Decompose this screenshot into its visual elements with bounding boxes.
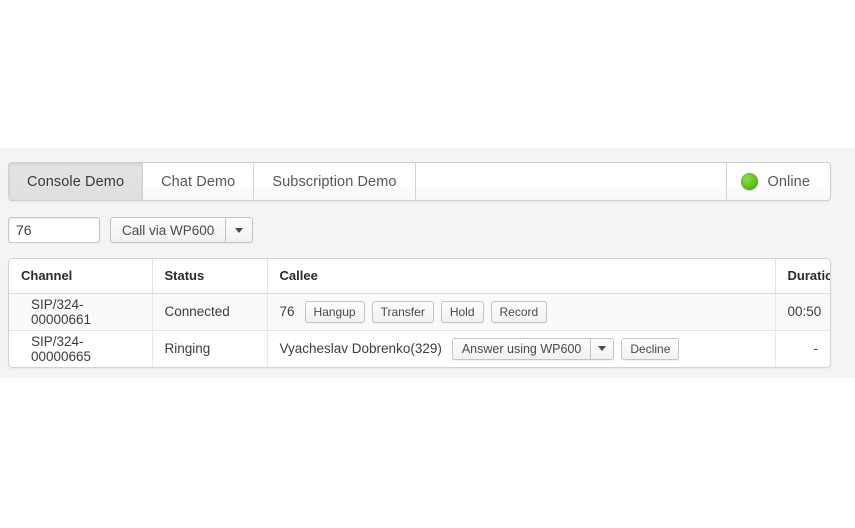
answer-split-button: Answer using WP600	[451, 337, 615, 360]
tab-subscription-demo-label: Subscription Demo	[272, 173, 397, 190]
active-calls-table-container: Channel Status Callee Duration SIP/324-0…	[8, 258, 831, 368]
answer-button[interactable]: Answer using WP600	[451, 337, 591, 360]
active-calls-table: Channel Status Callee Duration SIP/324-0…	[9, 259, 830, 367]
tabbar-filler	[415, 163, 728, 200]
record-button[interactable]: Record	[490, 300, 548, 323]
table-row: SIP/324-00000661 Connected 76 Hangup Tra…	[9, 293, 830, 331]
hold-button[interactable]: Hold	[440, 300, 484, 323]
transfer-button[interactable]: Transfer	[371, 300, 434, 323]
call-button[interactable]: Call via WP600	[110, 217, 226, 243]
tab-chat-demo[interactable]: Chat Demo	[143, 163, 255, 200]
call-split-button: Call via WP600	[110, 217, 254, 243]
hold-button-label: Hold	[449, 304, 475, 319]
answer-options-button[interactable]	[590, 337, 615, 360]
connection-status-label: Online	[767, 173, 810, 190]
table-header-row: Channel Status Callee Duration	[9, 259, 830, 294]
status-dot-icon	[741, 173, 759, 190]
chevron-down-icon	[235, 227, 244, 233]
call-button-label: Call via WP600	[122, 222, 215, 238]
cell-channel: SIP/324-00000661	[9, 293, 153, 331]
demo-tabbar: Console Demo Chat Demo Subscription Demo…	[8, 162, 831, 201]
table-header: Channel Status Callee Duration	[9, 259, 830, 294]
transfer-button-label: Transfer	[380, 304, 425, 319]
cell-callee: 76 Hangup Transfer Hold Record	[267, 293, 776, 331]
column-header-duration: Duration	[775, 259, 830, 294]
record-button-label: Record	[499, 304, 539, 319]
connection-status-badge[interactable]: Online	[727, 163, 830, 200]
cell-duration: 00:50	[775, 293, 830, 331]
call-options-button[interactable]	[225, 217, 254, 243]
hangup-button[interactable]: Hangup	[304, 300, 365, 323]
column-header-callee: Callee	[267, 259, 776, 294]
cell-status: Ringing	[152, 330, 268, 367]
hangup-button-label: Hangup	[313, 304, 356, 319]
destination-input[interactable]	[8, 217, 100, 243]
callee-label: Vyacheslav Dobrenko(329)	[279, 341, 442, 357]
callee-label: 76	[279, 304, 295, 319]
decline-button-label: Decline	[630, 341, 671, 356]
callee-content: Vyacheslav Dobrenko(329) Answer using WP…	[279, 337, 763, 360]
console-demo-panel: Console Demo Chat Demo Subscription Demo…	[0, 148, 855, 378]
column-header-channel: Channel	[9, 259, 153, 294]
cell-callee: Vyacheslav Dobrenko(329) Answer using WP…	[267, 330, 776, 367]
answer-button-label: Answer using WP600	[461, 341, 582, 356]
tab-chat-demo-label: Chat Demo	[161, 173, 236, 190]
tab-console-demo[interactable]: Console Demo	[9, 163, 144, 200]
cell-duration: -	[813, 341, 819, 357]
call-form: Call via WP600	[8, 217, 254, 243]
cell-status: Connected	[152, 293, 268, 331]
table-body: SIP/324-00000661 Connected 76 Hangup Tra…	[9, 293, 830, 367]
decline-button[interactable]: Decline	[621, 337, 680, 360]
chevron-down-icon	[598, 346, 607, 352]
column-header-status: Status	[152, 259, 268, 294]
callee-content: 76 Hangup Transfer Hold Record	[279, 300, 763, 323]
table-row: SIP/324-00000665 Ringing Vyacheslav Dobr…	[9, 330, 830, 367]
tab-subscription-demo[interactable]: Subscription Demo	[254, 163, 416, 200]
cell-channel: SIP/324-00000665	[9, 330, 153, 367]
tab-console-demo-label: Console Demo	[27, 173, 125, 190]
